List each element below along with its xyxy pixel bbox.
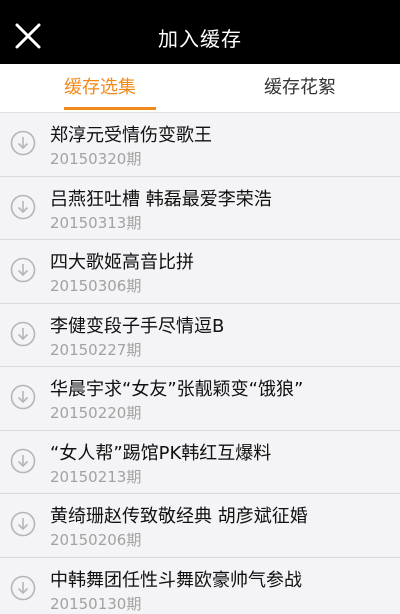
list-item[interactable]: 吕燕狂吐槽 韩磊最爱李荣浩 20150313期: [0, 176, 400, 240]
episode-date: 20150227期: [50, 340, 142, 359]
list-item[interactable]: 黄绮珊赵传致敬经典 胡彦斌征婚 20150206期: [0, 494, 400, 558]
episode-date: 20150313期: [50, 213, 142, 232]
list-item[interactable]: 郑淳元受情伤变歌王 20150320期: [0, 113, 400, 177]
download-icon[interactable]: [10, 511, 36, 537]
status-bar: [0, 0, 400, 8]
list-item[interactable]: 四大歌姬高音比拼 20150306期: [0, 240, 400, 304]
download-icon[interactable]: [10, 575, 36, 601]
episode-title: 中韩舞团任性斗舞欧豪帅气参战: [50, 569, 302, 591]
tab-extras[interactable]: 缓存花絮: [200, 64, 400, 112]
episode-date: 20150220期: [50, 404, 142, 422]
title-bar: 加入缓存: [0, 8, 400, 64]
episode-date: 20150306期: [50, 277, 142, 295]
episode-list[interactable]: 郑淳元受情伤变歌王 20150320期 吕燕狂吐槽 韩磊最爱李荣浩 201503…: [0, 113, 400, 614]
episode-title: 吕燕狂吐槽 韩磊最爱李荣浩: [50, 188, 272, 210]
tab-extras-label: 缓存花絮: [264, 77, 336, 98]
page-title: 加入缓存: [158, 27, 242, 51]
episode-date: 20150320期: [50, 150, 142, 168]
active-tab-indicator: [64, 107, 156, 110]
episode-date: 20150213期: [50, 467, 142, 486]
tab-episodes-label: 缓存选集: [64, 77, 136, 98]
episode-title: 李健变段子手尽情逗B: [50, 315, 225, 337]
episode-date: 20150206期: [50, 531, 142, 549]
tab-episodes[interactable]: 缓存选集: [0, 64, 200, 112]
episode-title: 华晨宇求“女友”张靓颖变“饿狼”: [50, 379, 304, 400]
episode-date: 20150130期: [50, 594, 142, 613]
episode-title: 郑淳元受情伤变歌王: [50, 125, 212, 146]
tab-bar: 缓存选集 缓存花絮: [0, 64, 400, 113]
screen: 加入缓存 缓存选集 缓存花絮 郑淳元受情伤变歌王 20150320期 吕燕狂吐槽…: [0, 0, 400, 614]
list-item[interactable]: 华晨宇求“女友”张靓颖变“饿狼” 20150220期: [0, 367, 400, 431]
list-item[interactable]: 中韩舞团任性斗舞欧豪帅气参战 20150130期: [0, 557, 400, 614]
episode-title: 四大歌姬高音比拼: [50, 252, 194, 273]
download-icon[interactable]: [10, 194, 36, 220]
download-icon[interactable]: [10, 321, 36, 347]
episode-title: 黄绮珊赵传致敬经典 胡彦斌征婚: [50, 506, 308, 527]
download-icon[interactable]: [10, 448, 36, 474]
list-item[interactable]: 李健变段子手尽情逗B 20150227期: [0, 303, 400, 367]
download-icon[interactable]: [10, 130, 36, 156]
download-icon[interactable]: [10, 257, 36, 283]
download-icon[interactable]: [10, 384, 36, 410]
list-item[interactable]: “女人帮”踢馆PK韩红互爆料 20150213期: [0, 430, 400, 494]
episode-title: “女人帮”踢馆PK韩红互爆料: [50, 442, 272, 464]
